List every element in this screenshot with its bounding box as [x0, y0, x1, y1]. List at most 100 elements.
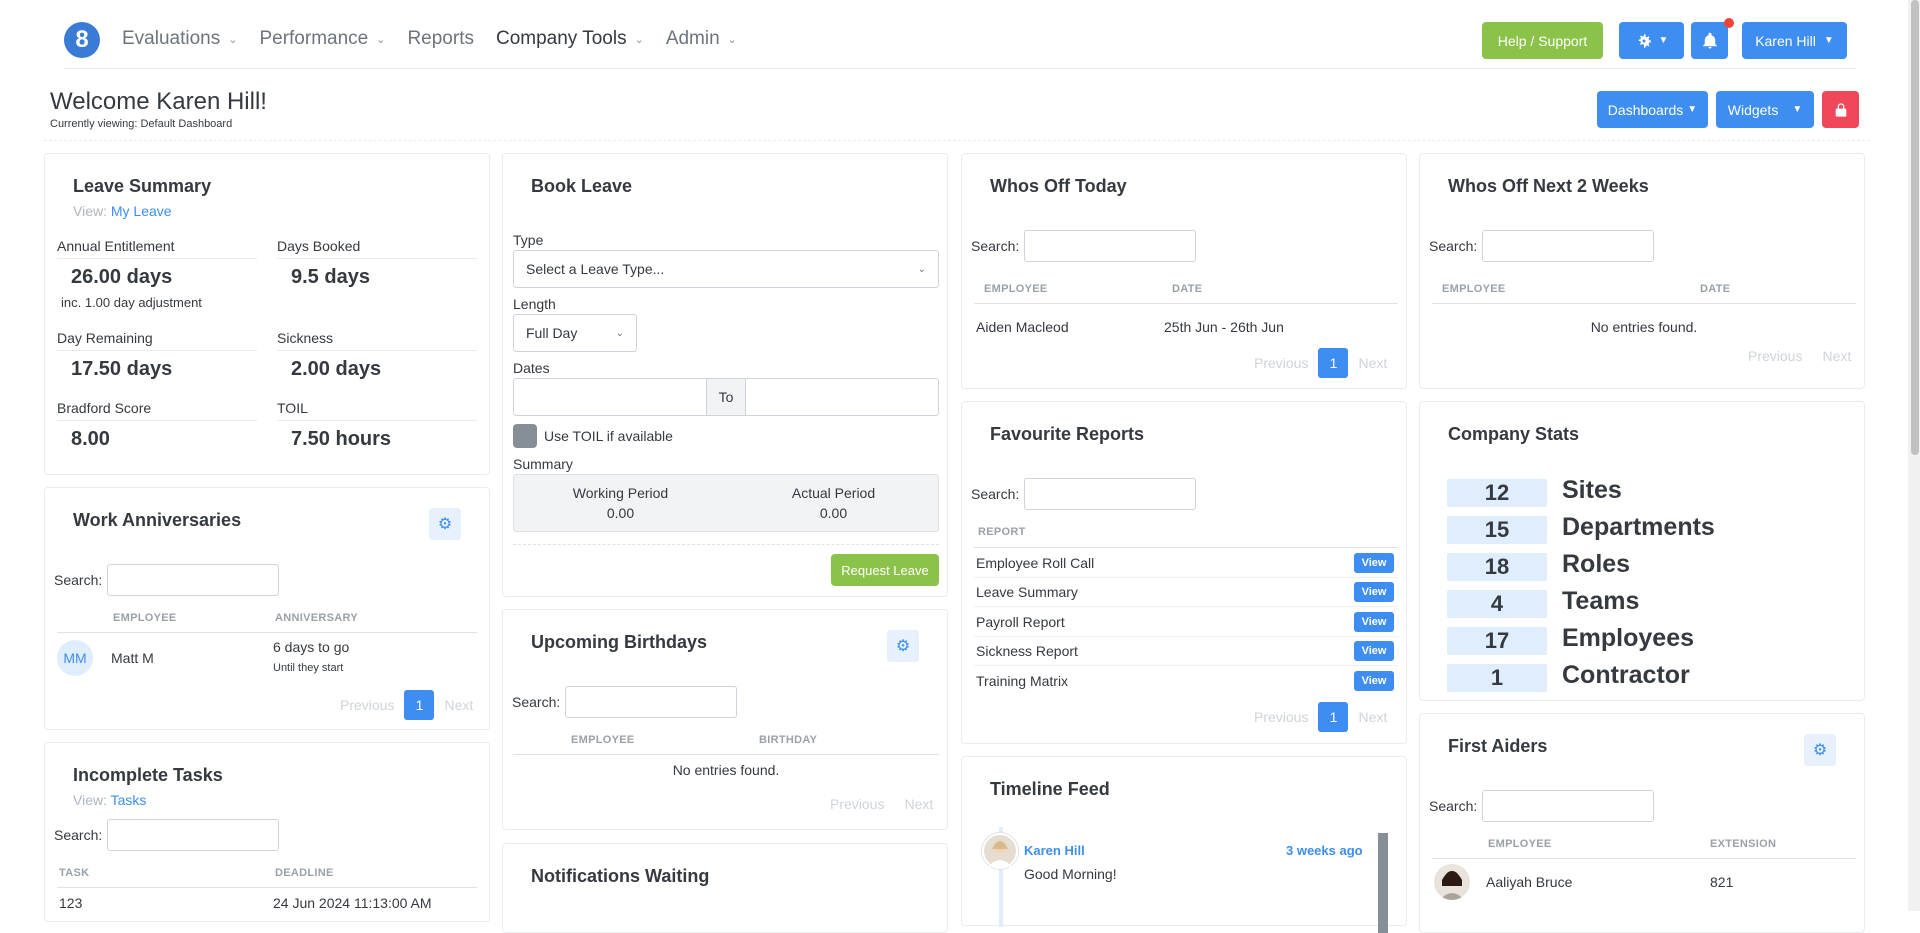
chevron-down-icon: ▼: [1687, 104, 1698, 115]
departments-label: Departments: [1562, 513, 1715, 541]
widget-title: First Aiders: [1448, 736, 1548, 756]
previous-page[interactable]: Previous: [330, 697, 404, 713]
widget-title: Whos Off Next 2 Weeks: [1448, 176, 1649, 196]
notifications-button[interactable]: [1691, 22, 1728, 59]
roles-count: 18: [1447, 553, 1547, 581]
pagination: Previous 1 Next: [1244, 702, 1397, 732]
days-remaining-value: 17.50 days: [71, 358, 173, 380]
page-title: Welcome Karen Hill!: [50, 88, 267, 115]
user-photo-icon: [988, 841, 1012, 867]
search-input[interactable]: [1482, 790, 1655, 822]
days-booked-value: 9.5 days: [291, 266, 370, 288]
next-page[interactable]: Next: [1812, 348, 1861, 364]
view-report-button[interactable]: View: [1354, 553, 1394, 573]
contractor-label: Contractor: [1562, 661, 1690, 689]
toil-label: TOIL: [277, 400, 308, 416]
start-date-input[interactable]: [514, 379, 706, 415]
gear-icon: ⚙: [1812, 742, 1828, 759]
timeline-scrollbar[interactable]: [1378, 833, 1388, 933]
previous-page[interactable]: Previous: [1244, 355, 1318, 371]
page-1[interactable]: 1: [1318, 348, 1349, 378]
search-input[interactable]: [107, 819, 280, 851]
chevron-down-icon: ▼: [1658, 35, 1669, 46]
bell-icon: [1702, 32, 1717, 48]
timeline-message: Good Morning!: [1024, 866, 1117, 882]
page-1[interactable]: 1: [1318, 702, 1349, 732]
widgets-button[interactable]: Widgets ▼: [1716, 91, 1814, 128]
widget-title: Timeline Feed: [990, 779, 1110, 799]
next-page[interactable]: Next: [894, 796, 943, 812]
widget-title: Work Anniversaries: [73, 510, 242, 530]
next-page[interactable]: Next: [1348, 355, 1397, 371]
sickness-value: 2.00 days: [291, 358, 382, 380]
header-divider: [44, 140, 1870, 141]
widget-title: Upcoming Birthdays: [531, 632, 708, 652]
search-input[interactable]: [1024, 230, 1197, 262]
nav-evaluations[interactable]: Evaluations ⌄: [122, 28, 237, 50]
next-page[interactable]: Next: [434, 697, 483, 713]
timeline-feed-widget: Timeline Feed Karen Hill 3 weeks ago Goo…: [961, 756, 1407, 933]
lock-icon: [1835, 102, 1846, 117]
report-name: Training Matrix: [976, 673, 1069, 689]
my-leave-link[interactable]: My Leave: [111, 203, 172, 219]
request-leave-button[interactable]: Request Leave: [831, 554, 939, 586]
report-name: Sickness Report: [976, 643, 1078, 659]
next-page[interactable]: Next: [1348, 709, 1397, 725]
search-input[interactable]: [565, 686, 738, 718]
search-input[interactable]: [1024, 478, 1197, 510]
nav-reports[interactable]: Reports: [407, 28, 474, 50]
widget-title: Book Leave: [531, 176, 633, 196]
employee-extension: 821: [1710, 874, 1734, 890]
help-support-button[interactable]: Help / Support: [1482, 22, 1603, 59]
task-deadline: 24 Jun 2024 11:13:00 AM: [273, 895, 432, 911]
dashboard-subtitle: Currently viewing: Default Dashboard: [50, 118, 233, 130]
timeline-author[interactable]: Karen Hill: [1024, 843, 1085, 858]
nav-admin[interactable]: Admin ⌄: [666, 28, 737, 50]
settings-button[interactable]: ▼: [1619, 22, 1684, 59]
nav-performance[interactable]: Performance ⌄: [259, 28, 385, 50]
widget-settings-button[interactable]: ⚙: [887, 630, 919, 662]
search-input[interactable]: [1482, 230, 1655, 262]
view-report-button[interactable]: View: [1354, 641, 1394, 661]
previous-page[interactable]: Previous: [820, 796, 894, 812]
notifications-waiting-widget: Notifications Waiting: [502, 843, 948, 933]
gear-icon: ⚙: [437, 516, 453, 533]
working-period-value: 0.00: [606, 505, 635, 521]
toil-value: 7.50 hours: [291, 428, 392, 450]
page-scrollbar-thumb[interactable]: [1911, 0, 1919, 455]
view-report-button[interactable]: View: [1354, 671, 1394, 691]
company-logo[interactable]: 8: [64, 22, 100, 58]
end-date-input[interactable]: [746, 379, 938, 415]
page-1[interactable]: 1: [404, 690, 435, 720]
chevron-down-icon: ⌄: [634, 33, 644, 46]
gear-icon: ⚙: [895, 638, 911, 655]
use-toil-checkbox[interactable]: [513, 424, 537, 448]
empty-message: No entries found.: [1590, 319, 1698, 335]
previous-page[interactable]: Previous: [1244, 709, 1318, 725]
pagination: Previous Next: [820, 796, 943, 812]
employees-count: 17: [1447, 627, 1547, 655]
leave-type-select[interactable]: Select a Leave Type... ⌄: [513, 250, 939, 288]
upcoming-birthdays-widget: Upcoming Birthdays ⚙ Search: EMPLOYEE BI…: [502, 609, 948, 830]
chevron-down-icon: ⌄: [615, 327, 624, 339]
dashboards-button[interactable]: Dashboards ▼: [1597, 91, 1708, 128]
previous-page[interactable]: Previous: [1738, 348, 1812, 364]
widget-title: Notifications Waiting: [531, 866, 710, 886]
widget-title: Incomplete Tasks: [73, 765, 223, 785]
view-report-button[interactable]: View: [1354, 582, 1394, 602]
tasks-link[interactable]: Tasks: [111, 792, 147, 808]
pagination: Previous 1 Next: [330, 690, 483, 720]
widget-settings-button[interactable]: ⚙: [1804, 734, 1836, 766]
task-name[interactable]: 123: [59, 895, 82, 911]
user-menu-button[interactable]: Karen Hill ▼: [1742, 22, 1847, 59]
lock-dashboard-button[interactable]: [1822, 91, 1859, 128]
sites-count: 12: [1447, 479, 1547, 507]
nav-company-tools[interactable]: Company Tools ⌄: [496, 28, 644, 50]
teams-label: Teams: [1562, 587, 1640, 615]
search-input[interactable]: [107, 564, 280, 596]
anniversary-countdown: 6 days to go: [273, 639, 350, 655]
empty-message: No entries found.: [672, 762, 780, 778]
leave-length-select[interactable]: Full Day ⌄: [513, 314, 637, 352]
widget-settings-button[interactable]: ⚙: [429, 508, 461, 540]
view-report-button[interactable]: View: [1354, 612, 1394, 632]
